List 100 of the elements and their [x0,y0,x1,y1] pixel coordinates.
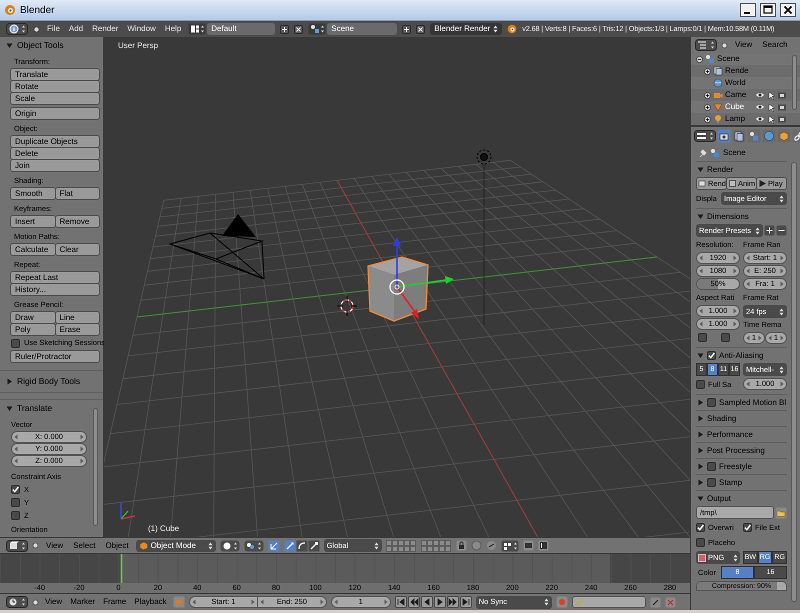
editor-type-button[interactable] [6,596,28,608]
arrow-right-icon[interactable] [758,335,762,341]
right-triangle-icon[interactable] [6,378,13,385]
menu-item[interactable]: Marker [68,598,98,606]
collapse-dot-icon[interactable] [32,542,39,549]
minimize-button[interactable] [740,3,756,17]
arrow-left-icon[interactable] [334,599,338,605]
arrow-right-icon[interactable] [251,599,256,605]
down-triangle-icon[interactable] [6,405,13,412]
add-icon[interactable] [402,24,412,34]
layer-buttons[interactable] [420,540,452,552]
eye-icon[interactable] [755,91,765,99]
tool-button[interactable]: Rotate [10,80,100,93]
eye-icon[interactable] [755,115,765,123]
lock-icon[interactable] [456,540,467,551]
scrollbar[interactable] [791,162,797,602]
render-animation-icon[interactable] [538,540,549,551]
menu-item[interactable]: Object [102,542,132,550]
render-engine-dropdown[interactable]: Blender Render [430,23,502,35]
tool-button[interactable]: Poly [10,323,56,336]
arrow-left-icon[interactable] [746,335,750,341]
tool-button[interactable]: Smooth [10,187,56,200]
tool-button[interactable]: Insert [10,215,56,228]
arrow-right-icon[interactable] [780,255,784,261]
link-icon[interactable] [486,540,497,551]
expand-icon[interactable] [704,104,711,110]
expand-icon[interactable] [704,92,711,98]
translate-manipulator-button[interactable] [284,540,296,552]
tool-button[interactable]: Repeat Last [10,271,100,284]
checkbox[interactable] [696,380,705,389]
menu-item[interactable]: Help [162,25,184,33]
right-triangle-icon[interactable] [697,479,704,486]
tool-button[interactable]: Calculate [10,243,56,256]
menu-item[interactable]: Playback [132,598,169,606]
tool-button[interactable]: Join [10,159,100,172]
next-keyframe-button[interactable] [446,596,459,608]
mode-dropdown[interactable]: Object Mode [136,540,216,552]
tool-button[interactable]: Ruler/Protractor [10,350,100,363]
arrow-left-icon[interactable] [746,281,750,287]
add-icon[interactable] [280,24,290,34]
tool-button[interactable]: Line [54,311,100,324]
down-triangle-icon[interactable] [697,495,704,502]
tool-button[interactable]: History... [10,283,100,296]
maximize-button[interactable] [760,3,776,17]
camera-tab[interactable] [717,129,731,143]
pin-icon[interactable] [698,148,707,158]
expand-icon[interactable] [704,68,711,74]
tool-button[interactable]: Origin [10,107,100,120]
jump-start-button[interactable] [394,596,407,608]
play-reverse-button[interactable] [420,596,433,608]
keyframe-toggle-button[interactable] [172,596,185,608]
checkbox[interactable] [11,338,20,348]
down-triangle-icon[interactable] [697,166,704,173]
arrow-left-icon[interactable] [746,381,750,387]
arrow-right-icon[interactable] [384,599,388,605]
menu-item[interactable]: Window [125,25,158,33]
right-triangle-icon[interactable] [697,447,704,454]
folder-button[interactable] [775,506,787,518]
arrow-left-icon[interactable] [746,268,750,274]
globe-tab[interactable] [762,129,776,143]
manipulator-toggle-button[interactable] [268,540,280,552]
scene-tab[interactable] [747,129,761,143]
arrow-left-icon[interactable] [260,599,264,605]
checkbox[interactable] [721,332,730,342]
snap-dropdown[interactable] [500,540,519,552]
checkbox[interactable] [696,538,705,547]
layer-buttons[interactable] [386,540,417,552]
checkbox[interactable] [696,523,705,532]
collapse-icon[interactable] [696,56,703,62]
menu-item[interactable]: File [45,25,62,33]
editor-type-button[interactable] [6,23,28,35]
layout-name-field[interactable]: Default [207,23,276,35]
tool-button[interactable]: Erase [54,323,100,336]
previous-keyframe-button[interactable] [408,596,420,608]
shading-dropdown[interactable] [220,540,240,552]
checkbox[interactable] [707,462,716,471]
editor-type-button[interactable] [694,130,716,142]
tree-row[interactable]: Cube [691,101,800,113]
arrow-right-icon[interactable] [733,321,737,327]
checkbox[interactable] [707,351,716,360]
tool-button[interactable]: Flat [54,187,100,200]
close-button[interactable] [780,3,796,17]
arrow-right-icon[interactable] [780,268,784,274]
checkbox[interactable] [11,498,20,507]
arrow-left-icon[interactable] [699,255,703,261]
arrow-right-icon[interactable] [733,268,737,274]
render-preview-icon[interactable] [522,540,534,551]
menu-item[interactable]: View [43,598,64,606]
menu-item[interactable]: Render [90,25,120,33]
arrow-left-icon[interactable] [768,335,772,341]
right-triangle-icon[interactable] [697,399,704,406]
tool-button[interactable]: Scale [10,92,100,105]
play-button[interactable] [434,596,446,608]
render-layers-tab[interactable] [732,129,746,143]
tool-button[interactable]: Translate [10,68,100,81]
menu-item[interactable]: Frame [101,598,128,606]
arrow-left-icon[interactable] [192,599,196,605]
checkbox[interactable] [707,478,716,487]
keying-set-field[interactable] [572,596,646,608]
menu-item[interactable]: View [43,542,66,550]
